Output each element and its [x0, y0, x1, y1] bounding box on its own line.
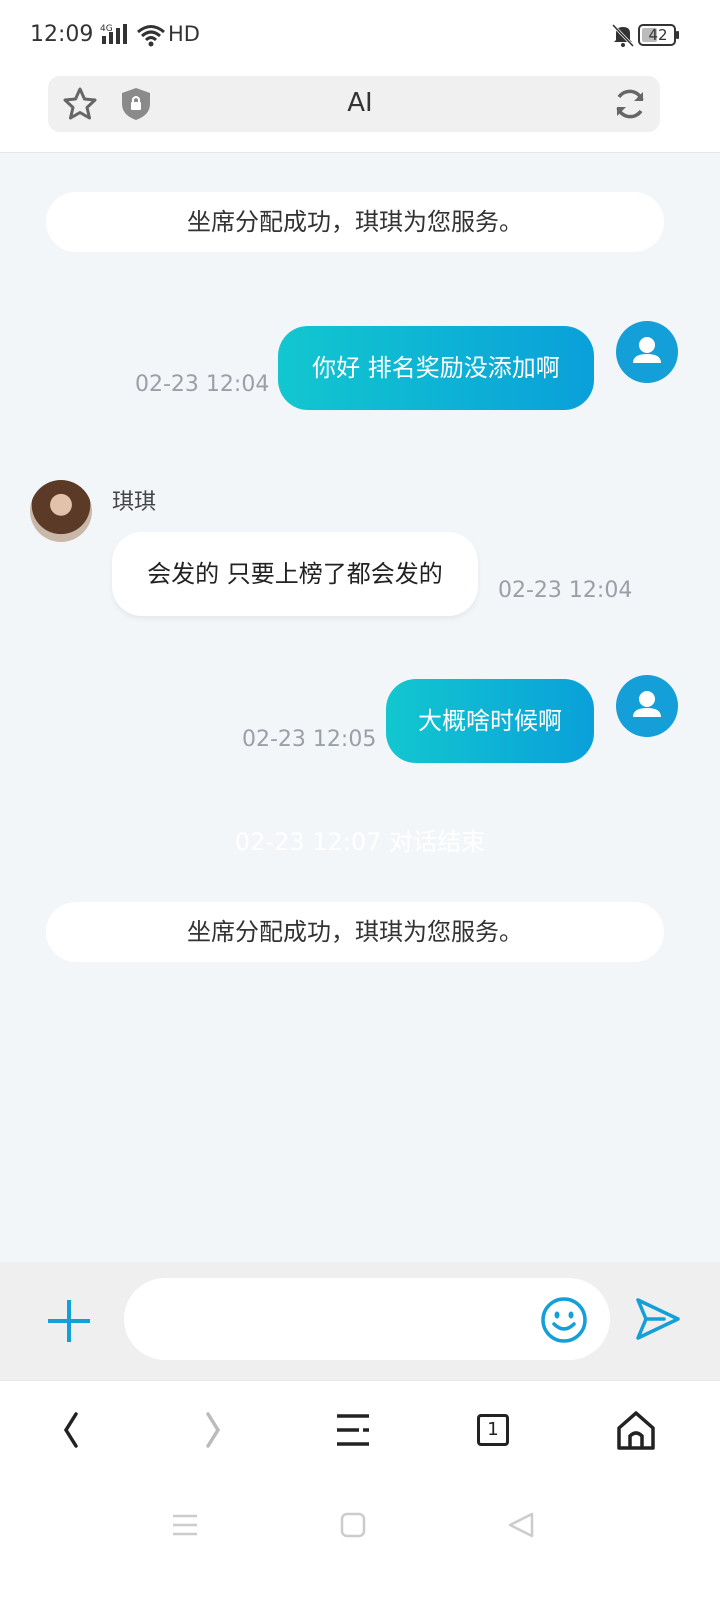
message-timestamp: 02-23 12:04: [135, 372, 270, 397]
message-timestamp: 02-23 12:04: [498, 578, 633, 603]
refresh-icon[interactable]: [612, 86, 648, 122]
send-icon[interactable]: [634, 1296, 682, 1342]
status-bar: 12:09 4G HD 42: [0, 0, 720, 70]
system-navigation-bar: [0, 1482, 720, 1600]
bell-off-icon: [611, 23, 635, 48]
user-message-bubble[interactable]: 你好 排名奖励没添加啊: [278, 326, 594, 410]
status-time: 12:09: [30, 22, 94, 47]
agent-message-bubble[interactable]: 会发的 只要上榜了都会发的: [112, 532, 478, 616]
home-icon[interactable]: [614, 1408, 658, 1452]
chat-area[interactable]: [0, 152, 720, 1262]
plus-icon[interactable]: [44, 1296, 94, 1346]
forward-icon[interactable]: [190, 1408, 234, 1452]
person-icon: [633, 691, 661, 717]
back-icon[interactable]: [50, 1408, 94, 1452]
menu-icon[interactable]: [331, 1408, 375, 1452]
back-triangle-icon[interactable]: [506, 1510, 536, 1540]
wifi-icon: [137, 25, 165, 47]
cell-signal-icon: 4G: [100, 24, 127, 44]
person-icon: [633, 337, 661, 363]
user-avatar: [616, 675, 678, 737]
message-input[interactable]: [124, 1278, 610, 1360]
tabs-icon[interactable]: 1: [477, 1414, 509, 1446]
recents-icon[interactable]: [170, 1510, 200, 1540]
message-timestamp: 02-23 12:05: [242, 727, 377, 752]
system-message: 坐席分配成功，琪琪为您服务。: [46, 192, 664, 252]
home-square-icon[interactable]: [338, 1510, 368, 1540]
user-avatar: [616, 321, 678, 383]
agent-avatar: [30, 480, 92, 542]
emoji-icon[interactable]: [540, 1296, 588, 1344]
user-message-bubble[interactable]: 大概啥时候啊: [386, 679, 594, 763]
conversation-ended-note: 02-23 12:07 对话结束: [234, 828, 486, 856]
agent-name: 琪琪: [112, 490, 157, 515]
network-type: HD: [168, 22, 200, 46]
battery-level: 42: [648, 26, 668, 44]
system-message: 坐席分配成功，琪琪为您服务。: [46, 902, 664, 962]
